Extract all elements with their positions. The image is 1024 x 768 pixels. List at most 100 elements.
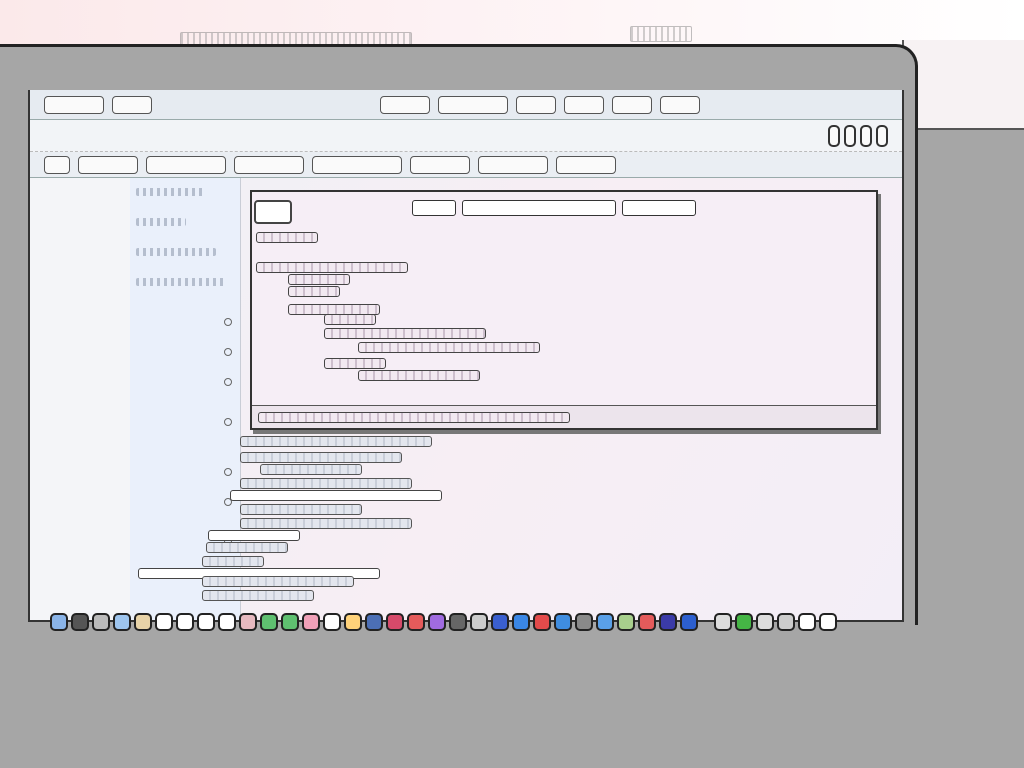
app-icon-8[interactable] [365, 613, 383, 631]
toolbar-button[interactable] [564, 95, 604, 114]
popup-app-icon [254, 200, 292, 224]
app-icon-9[interactable] [386, 613, 404, 631]
popup-code-line[interactable] [358, 370, 480, 381]
app-icon-13[interactable] [470, 613, 488, 631]
code-line[interactable] [230, 490, 442, 501]
toolbar-icon[interactable] [860, 124, 872, 147]
background-paper-right [902, 40, 1024, 130]
toolbar-icon[interactable] [828, 124, 840, 147]
line-number-gutter [130, 178, 241, 620]
popup-code-line[interactable] [358, 342, 540, 353]
folder-icon[interactable] [756, 613, 774, 631]
code-line[interactable] [206, 542, 288, 553]
code-line[interactable] [240, 478, 412, 489]
toolbar-icon-group [828, 124, 888, 147]
dashboard-icon[interactable] [71, 613, 89, 631]
app-icon-12[interactable] [449, 613, 467, 631]
app-icon-17[interactable] [554, 613, 572, 631]
popup-code-line[interactable] [256, 232, 318, 243]
tab[interactable] [234, 155, 304, 174]
tab[interactable] [44, 155, 70, 174]
app-icon-1[interactable] [176, 613, 194, 631]
code-line[interactable] [202, 590, 314, 601]
code-line[interactable] [240, 518, 412, 529]
popup-title-part [412, 200, 456, 216]
tab[interactable] [410, 155, 470, 174]
code-line[interactable] [240, 504, 362, 515]
gutter-row [136, 188, 206, 196]
app-icon-5[interactable] [302, 613, 320, 631]
popup-code-line[interactable] [324, 314, 376, 325]
app-icon-14[interactable] [491, 613, 509, 631]
screen [28, 90, 904, 622]
tab[interactable] [556, 155, 616, 174]
system-prefs-icon[interactable] [92, 613, 110, 631]
app-icon-7[interactable] [344, 613, 362, 631]
fold-marker-icon[interactable] [224, 318, 232, 326]
stack-icon[interactable] [777, 613, 795, 631]
app-icon-6[interactable] [323, 613, 341, 631]
app-icon-22[interactable] [659, 613, 677, 631]
toolbar-icon[interactable] [876, 124, 888, 147]
messages-icon[interactable] [260, 613, 278, 631]
toolbar-button[interactable] [380, 95, 430, 114]
app-icon-10[interactable] [407, 613, 425, 631]
popup-code-line[interactable] [288, 274, 350, 285]
toolbar-icon[interactable] [844, 124, 856, 147]
trash-icon[interactable] [819, 613, 837, 631]
app-icon-20[interactable] [617, 613, 635, 631]
app-icon-11[interactable] [428, 613, 446, 631]
app-icon-3[interactable] [218, 613, 236, 631]
popup-code-line[interactable] [256, 262, 408, 273]
app-icon-2[interactable] [197, 613, 215, 631]
tab[interactable] [312, 155, 402, 174]
popup-title [412, 200, 696, 216]
mail-icon[interactable] [134, 613, 152, 631]
code-line[interactable] [240, 436, 432, 447]
facetime-icon[interactable] [281, 613, 299, 631]
dock [50, 604, 890, 640]
gutter-row [136, 248, 216, 256]
popup-code-line[interactable] [288, 286, 340, 297]
downloads-icon[interactable] [714, 613, 732, 631]
app-icon-16[interactable] [533, 613, 551, 631]
popup-title-part [622, 200, 696, 216]
toolbar-button[interactable] [44, 95, 104, 114]
code-line[interactable] [202, 556, 264, 567]
ical-icon[interactable] [155, 613, 173, 631]
fold-marker-icon[interactable] [224, 378, 232, 386]
lock-icon[interactable] [798, 613, 816, 631]
app-icon-21[interactable] [638, 613, 656, 631]
tab[interactable] [78, 155, 138, 174]
toolbar-button[interactable] [612, 95, 652, 114]
gutter-row [136, 218, 186, 226]
popup-code-line[interactable] [324, 328, 486, 339]
tab[interactable] [478, 155, 548, 174]
tab[interactable] [146, 155, 226, 174]
popup-dialog [250, 190, 878, 430]
finder-icon[interactable] [50, 613, 68, 631]
code-line[interactable] [202, 576, 354, 587]
code-line[interactable] [260, 464, 362, 475]
popup-status-bar [252, 405, 876, 428]
toolbar-button[interactable] [438, 95, 508, 114]
app-icon-4[interactable] [239, 613, 257, 631]
popup-code-line[interactable] [324, 358, 386, 369]
app-icon-19[interactable] [596, 613, 614, 631]
toolbar-button[interactable] [516, 95, 556, 114]
toolbar-button[interactable] [660, 95, 700, 114]
green-app-icon[interactable] [735, 613, 753, 631]
code-line[interactable] [240, 452, 402, 463]
safari-icon[interactable] [113, 613, 131, 631]
app-icon-18[interactable] [575, 613, 593, 631]
fold-marker-icon[interactable] [224, 348, 232, 356]
app-icon-15[interactable] [512, 613, 530, 631]
code-line[interactable] [208, 530, 300, 541]
fold-marker-icon[interactable] [224, 468, 232, 476]
fold-marker-icon[interactable] [224, 418, 232, 426]
sidebar [30, 178, 131, 620]
app-icon-23[interactable] [680, 613, 698, 631]
toolbar-button[interactable] [112, 95, 152, 114]
gutter-row [136, 278, 226, 286]
window-title-bar [30, 120, 902, 152]
